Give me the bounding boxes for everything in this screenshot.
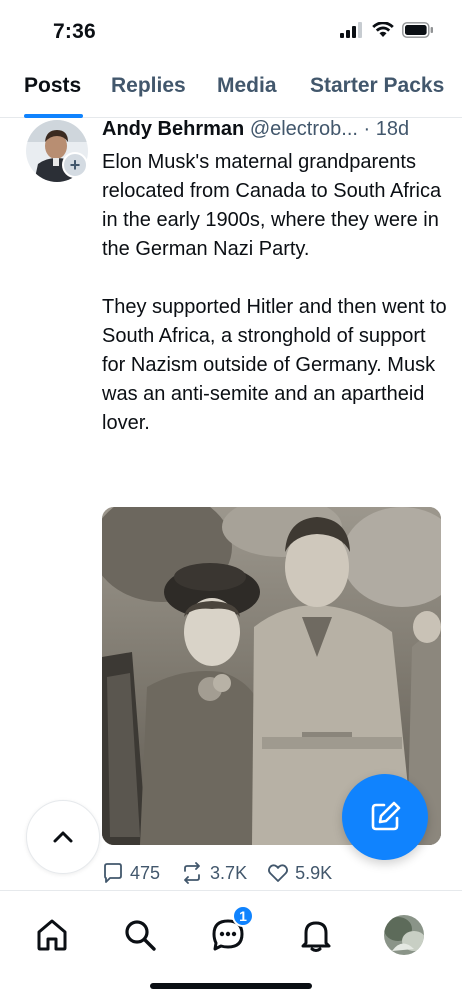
scroll-to-top-button[interactable] bbox=[26, 800, 100, 874]
tab-media[interactable]: Media bbox=[217, 74, 277, 98]
bell-icon bbox=[301, 921, 331, 952]
repost-icon bbox=[184, 862, 200, 884]
tab-posts[interactable]: Posts bbox=[24, 74, 81, 98]
chevron-up-icon bbox=[53, 831, 73, 843]
profile-avatar bbox=[384, 915, 424, 955]
reply-count: 475 bbox=[130, 862, 161, 883]
home-indicator bbox=[150, 983, 312, 989]
signal-icon bbox=[340, 22, 362, 38]
post-actions: 475 3.7K 5.9K bbox=[102, 858, 352, 888]
chat-badge: 1 bbox=[232, 905, 254, 927]
repost-button[interactable]: 3.7K bbox=[180, 862, 247, 884]
nav-home[interactable] bbox=[30, 913, 74, 957]
repost-count: 3.7K bbox=[210, 862, 248, 883]
heart-icon bbox=[268, 864, 289, 882]
post-timestamp: 18d bbox=[375, 118, 410, 140]
author-name[interactable]: Andy Behrman bbox=[102, 118, 244, 140]
battery-icon bbox=[402, 22, 433, 38]
compose-button[interactable] bbox=[342, 774, 428, 860]
nav-search[interactable] bbox=[118, 913, 162, 957]
home-icon bbox=[37, 919, 67, 951]
tab-starter-packs[interactable]: Starter Packs bbox=[310, 74, 444, 98]
profile-tabs: Posts Replies Media Starter Packs bbox=[0, 62, 462, 118]
like-count: 5.9K bbox=[295, 862, 333, 883]
post-text: Elon Musk's maternal grandparents reloca… bbox=[102, 151, 447, 434]
post-header: Andy Behrman @electrob... · 18d bbox=[102, 118, 447, 141]
post-separator: · bbox=[363, 118, 371, 140]
status-time: 7:36 bbox=[53, 20, 96, 43]
status-bar: 7:36 bbox=[0, 0, 462, 62]
nav-notifications[interactable] bbox=[294, 913, 338, 957]
search-icon bbox=[125, 920, 156, 951]
nav-chat[interactable]: 1 bbox=[206, 905, 254, 957]
nav-profile[interactable] bbox=[382, 913, 426, 957]
bottom-nav: 1 bbox=[0, 890, 462, 1000]
author-handle[interactable]: @electrob... bbox=[250, 118, 358, 140]
wifi-icon bbox=[372, 22, 394, 37]
tab-replies[interactable]: Replies bbox=[111, 74, 186, 98]
follow-badge[interactable]: + bbox=[62, 152, 88, 178]
reply-icon bbox=[104, 863, 122, 883]
compose-icon bbox=[371, 801, 401, 831]
reply-button[interactable]: 475 bbox=[102, 862, 160, 884]
status-icons bbox=[340, 22, 434, 38]
like-button[interactable]: 5.9K bbox=[267, 862, 332, 884]
